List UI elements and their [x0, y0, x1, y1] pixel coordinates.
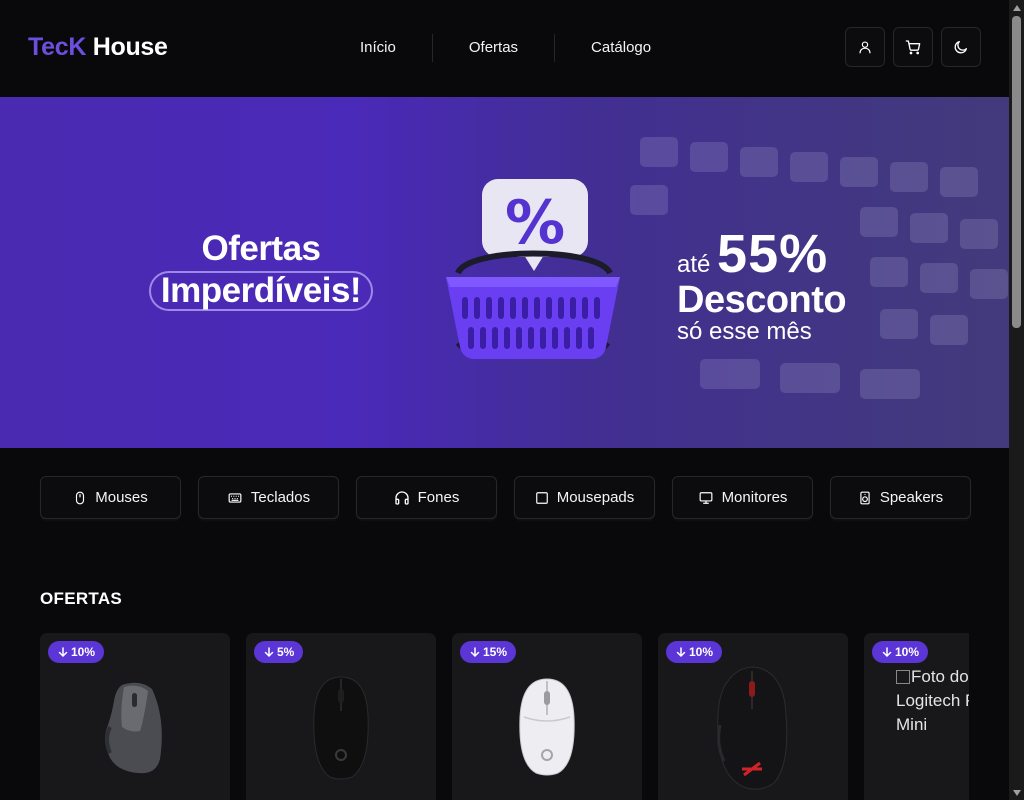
- category-mousepads[interactable]: Mousepads: [514, 476, 655, 519]
- category-fones[interactable]: Fones: [356, 476, 497, 519]
- cart-icon: [905, 40, 921, 55]
- discount-value: 15%: [483, 645, 508, 659]
- arrow-down-icon: [470, 647, 480, 658]
- discount-badge: 15%: [460, 641, 517, 663]
- product-card[interactable]: 15%: [452, 633, 642, 800]
- broken-image-icon: [896, 670, 910, 684]
- mouse-icon: [76, 491, 85, 504]
- nav-link-ofertas[interactable]: Ofertas: [433, 34, 554, 62]
- banner-headline: Ofertas Imperdíveis!: [135, 231, 387, 311]
- discount-value: 5%: [277, 645, 295, 659]
- banner-discount-prefix: até: [677, 251, 718, 278]
- product-image-broken: Foto do produto Logitech Pop Keys Mini: [896, 665, 969, 737]
- offers-carousel: 10% 5% 15% 10% 10% Foto do Logitech Mini: [40, 633, 969, 800]
- product-card[interactable]: 5%: [246, 633, 436, 800]
- product-image-white-mouse: [519, 678, 575, 776]
- logo[interactable]: TecK House: [28, 33, 168, 62]
- headphones-icon: [394, 490, 409, 505]
- banner-headline-line2: Imperdíveis!: [148, 271, 374, 311]
- product-image-black-mouse: [313, 676, 369, 780]
- category-label: Teclados: [250, 489, 311, 506]
- speaker-icon: [860, 491, 870, 504]
- offers-section-title: OFERTAS: [40, 589, 123, 608]
- scroll-down-button[interactable]: [1009, 785, 1024, 800]
- page-scrollbar[interactable]: [1009, 0, 1024, 800]
- scroll-down-arrow-icon: [1012, 789, 1021, 796]
- category-list: Mouses Teclados Fones Mousepads Monitore…: [40, 476, 971, 519]
- category-speakers[interactable]: Speakers: [830, 476, 971, 519]
- cart-button[interactable]: [893, 27, 933, 67]
- discount-badge: 10%: [666, 641, 723, 663]
- theme-toggle-button[interactable]: [941, 27, 981, 67]
- product-card[interactable]: 10%: [40, 633, 230, 800]
- discount-badge: 10%: [872, 641, 929, 663]
- scroll-up-arrow-icon: [1012, 4, 1021, 11]
- product-card[interactable]: 10% Foto do produto Logitech Pop Keys Mi…: [864, 633, 969, 800]
- site-header: TecK House Início Ofertas Catálogo: [0, 0, 1009, 97]
- category-label: Mouses: [95, 489, 148, 506]
- scroll-up-button[interactable]: [1009, 0, 1024, 15]
- arrow-down-icon: [58, 647, 68, 658]
- banner-discount: até 55% Desconto só esse mês: [677, 223, 847, 346]
- banner-headline-line1: Ofertas: [201, 229, 321, 268]
- square-icon: [535, 491, 548, 504]
- promo-banner[interactable]: Ofertas Imperdíveis! % até 55% Desconto …: [0, 97, 1009, 448]
- arrow-down-icon: [676, 647, 686, 658]
- main-nav: Início Ofertas Catálogo: [324, 34, 687, 62]
- keyboard-icon: [228, 492, 242, 503]
- shopping-basket-illustration: %: [446, 179, 620, 359]
- banner-discount-line3: só esse mês: [677, 318, 812, 345]
- logo-part-2: House: [86, 33, 168, 61]
- product-card[interactable]: 10%: [658, 633, 848, 800]
- category-label: Monitores: [721, 489, 788, 506]
- arrow-down-icon: [264, 647, 274, 658]
- percent-badge-symbol: %: [505, 188, 565, 258]
- discount-value: 10%: [895, 645, 920, 659]
- category-label: Fones: [417, 489, 460, 506]
- discount-value: 10%: [71, 645, 96, 659]
- logo-part-1: TecK: [28, 33, 87, 61]
- account-button[interactable]: [845, 27, 885, 67]
- moon-icon: [954, 41, 967, 54]
- product-image-gray-mouse: [105, 682, 162, 774]
- arrow-down-icon: [882, 647, 892, 658]
- banner-discount-percent: 55%: [717, 224, 829, 284]
- monitor-icon: [699, 491, 712, 504]
- category-monitores[interactable]: Monitores: [672, 476, 813, 519]
- header-actions: [845, 27, 981, 67]
- nav-link-catalogo[interactable]: Catálogo: [555, 34, 687, 62]
- nav-link-inicio[interactable]: Início: [324, 34, 432, 62]
- banner-discount-line1: até 55%: [677, 223, 846, 285]
- product-image-black-red-mouse: [717, 666, 788, 790]
- banner-discount-line2: Desconto: [677, 279, 847, 321]
- category-label: Speakers: [879, 489, 944, 506]
- user-icon: [859, 41, 871, 54]
- category-teclados[interactable]: Teclados: [198, 476, 339, 519]
- category-mouses[interactable]: Mouses: [40, 476, 181, 519]
- category-label: Mousepads: [556, 489, 635, 506]
- discount-badge: 5%: [254, 641, 304, 663]
- discount-badge: 10%: [48, 641, 105, 663]
- discount-value: 10%: [689, 645, 714, 659]
- scrollbar-thumb[interactable]: [1012, 16, 1021, 328]
